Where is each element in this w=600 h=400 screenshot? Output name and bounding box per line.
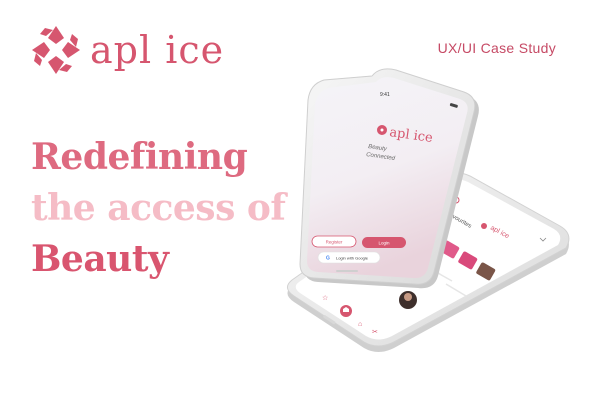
google-login-button[interactable]: G Login with Google	[317, 251, 381, 264]
aplice-small-logo-icon	[481, 223, 487, 229]
register-button-label: Register	[326, 240, 343, 245]
phone-mockups: apl ice Favourites ☆ ⌂ ✂ 9:41 apl ice Be…	[287, 68, 570, 352]
nav-profile-icon[interactable]: ⌂	[358, 321, 362, 328]
google-icon: G	[326, 256, 330, 262]
google-login-label: Login with Google	[336, 256, 369, 261]
status-time: 9:41	[380, 92, 390, 98]
nav-star-icon[interactable]: ☆	[322, 294, 328, 302]
login-button[interactable]: Login	[362, 237, 406, 248]
register-button[interactable]: Register	[311, 235, 357, 248]
login-button-label: Login	[378, 241, 390, 246]
nav-settings-icon[interactable]: ✂	[372, 329, 378, 336]
home-indicator	[336, 270, 358, 272]
